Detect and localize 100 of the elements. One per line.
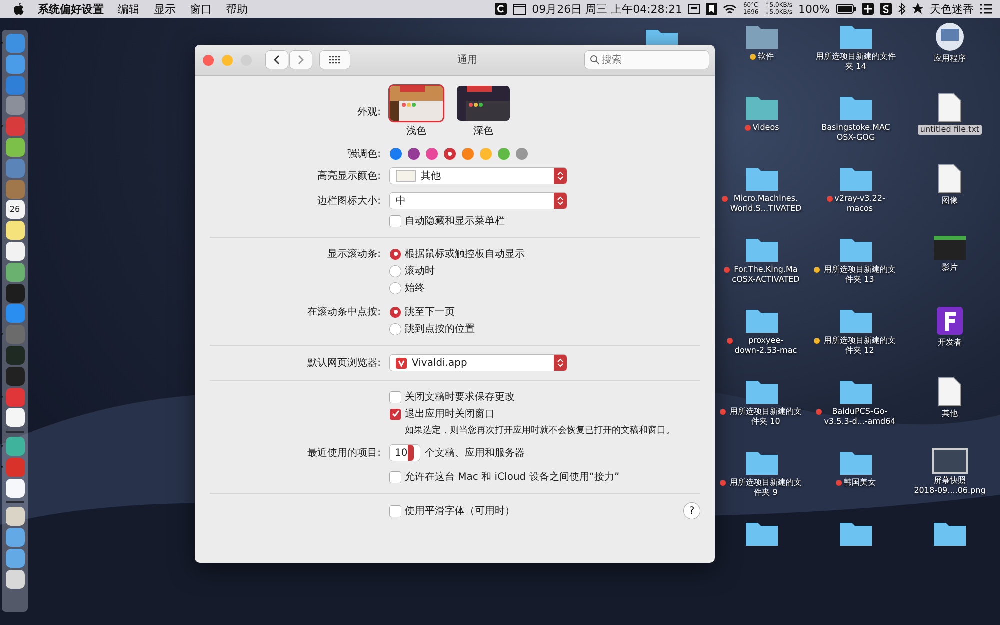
checkbox[interactable] [390, 392, 401, 402]
radio-option[interactable]: 跳到点按的位置 [390, 322, 475, 336]
file-name[interactable]: BaiduPCS-Go- v3.5.3-d...-amd64 [816, 407, 896, 427]
letter-f-icon[interactable] [936, 306, 964, 336]
dock-app-icon[interactable] [6, 242, 24, 261]
recent-items-popup[interactable]: 10 [390, 445, 420, 461]
checkbox[interactable] [390, 506, 401, 516]
menu-item[interactable]: 窗口 [190, 2, 212, 16]
menu-item[interactable]: 编辑 [118, 2, 140, 16]
search-field[interactable]: 搜索 [585, 51, 709, 69]
screenshot-thumbnail-icon[interactable] [932, 448, 968, 474]
file-name[interactable]: 其他 [942, 409, 958, 419]
help-button[interactable]: ? [684, 503, 700, 519]
file-name[interactable]: 用所选项目新建的文件夹 13 [814, 265, 898, 285]
file-name[interactable]: 用所选项目新建的文件夹 14 [814, 52, 898, 72]
checkbox[interactable] [390, 408, 401, 420]
radio-button[interactable] [390, 266, 401, 276]
sidebar-size-popup[interactable]: 中 [390, 193, 567, 209]
highlight-color-popup[interactable]: 其他 [390, 168, 567, 184]
file-name[interactable]: untitled file.txt [918, 125, 982, 135]
menu-item[interactable]: 帮助 [226, 2, 248, 16]
battery-icon[interactable] [836, 4, 856, 14]
checkbox-option[interactable]: 允许在这台 Mac 和 iCloud 设备之间使用“接力” [390, 470, 700, 484]
bluetooth-icon[interactable] [898, 3, 906, 15]
checkbox-option[interactable]: 自动隐藏和显示菜单栏 [390, 214, 700, 228]
file-name[interactable]: 用所选项目新建的文件夹 10 [720, 407, 804, 427]
grid-box-icon[interactable] [862, 3, 874, 15]
apple-logo-icon[interactable] [14, 3, 24, 15]
dock-app-icon[interactable] [6, 138, 24, 157]
checkbox-option[interactable]: 关闭文稿时要求保存更改 [390, 390, 515, 404]
radio-option[interactable]: 始终 [390, 281, 425, 295]
file-name[interactable]: 用所选项目新建的文件夹 9 [720, 478, 804, 498]
appearance-name[interactable]: 深色 [474, 124, 494, 138]
file-name[interactable]: 图像 [942, 196, 958, 206]
file-name[interactable]: 开发者 [938, 338, 962, 348]
checkbox-option[interactable]: 使用平滑字体（可用时） [390, 504, 515, 518]
document-icon[interactable] [938, 377, 962, 407]
file-name[interactable]: 韩国美女 [836, 478, 876, 488]
bookmark-icon[interactable] [706, 3, 718, 15]
accent-color-swatch[interactable] [390, 148, 402, 160]
file-name[interactable]: Basingstoke.MAC OSX-GOG [822, 123, 890, 143]
calendar-icon[interactable] [513, 3, 526, 15]
help-note: 如果选定，则当您再次打开应用时就不会恢复已打开的文稿和窗口。 [404, 424, 675, 437]
default-browser-popup[interactable]: Vivaldi.app [390, 355, 567, 371]
star-icon[interactable] [912, 3, 924, 15]
dock-app-icon[interactable] [6, 507, 24, 526]
dock-app-icon[interactable] [6, 408, 24, 428]
accent-color-swatch[interactable] [426, 148, 438, 160]
battery-percentage[interactable]: 100% [798, 2, 830, 16]
file-name[interactable]: v2ray-v3.22- macos [826, 194, 886, 214]
dock-app-icon[interactable] [6, 262, 24, 282]
dark-appearance-thumbnail[interactable] [457, 86, 510, 121]
wifi-icon[interactable] [723, 4, 738, 14]
menu-extra-icon[interactable] [688, 4, 700, 14]
radio-button[interactable] [390, 306, 401, 318]
field-label: 强调色: [346, 148, 381, 161]
file-name[interactable]: 软件 [750, 52, 774, 62]
radio-button[interactable] [390, 282, 401, 294]
clock[interactable]: 09月26日 周三 上午04:28:21 [532, 2, 682, 16]
dock-app-icon[interactable] [6, 221, 24, 240]
file-name[interactable]: 屏幕快照 2018-09....06.png [914, 476, 986, 496]
user-name[interactable]: 天色迷香 [930, 2, 974, 16]
radio-option[interactable]: 跳至下一页 [390, 305, 455, 319]
accent-color-swatch[interactable] [462, 148, 474, 160]
document-icon[interactable] [938, 93, 962, 123]
radio-button[interactable] [390, 324, 401, 334]
accent-color-swatch[interactable] [444, 148, 456, 160]
accent-color-swatch[interactable] [498, 148, 510, 160]
file-name[interactable]: Micro.Machines. World.S...TIVATED [722, 194, 802, 214]
search-icon [590, 55, 600, 65]
file-name[interactable]: proxyee- down-2.53-mac [726, 336, 798, 356]
clapperboard-icon[interactable] [933, 235, 967, 261]
file-name[interactable]: 应用程序 [934, 54, 966, 64]
app-menu[interactable]: 系统偏好设置 [38, 2, 104, 16]
light-appearance-thumbnail[interactable] [390, 86, 443, 121]
checkbox[interactable] [390, 472, 401, 482]
radio-button[interactable] [390, 248, 401, 260]
radio-option[interactable]: 滚动时 [390, 264, 435, 278]
file-name[interactable]: 用所选项目新建的文件夹 12 [814, 336, 898, 356]
menu-item[interactable]: 显示 [154, 2, 176, 16]
field-label: 边栏图标大小: [316, 194, 381, 208]
appearance-name[interactable]: 浅色 [406, 124, 426, 138]
letter-s-icon[interactable] [880, 3, 892, 15]
show-all-button[interactable] [320, 51, 350, 69]
dock-app-icon[interactable]: 26 [6, 200, 24, 220]
file-name[interactable]: Videos [744, 123, 780, 133]
document-icon[interactable] [938, 164, 962, 194]
checkbox-option[interactable]: 退出应用时关闭窗口 [390, 407, 495, 421]
window-title: 通用 [456, 54, 478, 67]
file-name[interactable]: For.The.King.Ma cOSX-ACTIVATED [724, 265, 800, 285]
file-name[interactable]: 影片 [942, 263, 958, 273]
radio-option[interactable]: 根据鼠标或触控板自动显示 [390, 247, 525, 261]
list-icon[interactable] [980, 4, 992, 14]
accent-color-swatch[interactable] [480, 148, 492, 160]
letter-v-icon [396, 358, 407, 368]
accent-color-swatch[interactable] [408, 148, 420, 160]
back-button[interactable] [266, 51, 288, 69]
checkbox[interactable] [390, 216, 401, 226]
letter-c-icon[interactable] [495, 3, 508, 15]
accent-color-swatch[interactable] [516, 148, 528, 160]
